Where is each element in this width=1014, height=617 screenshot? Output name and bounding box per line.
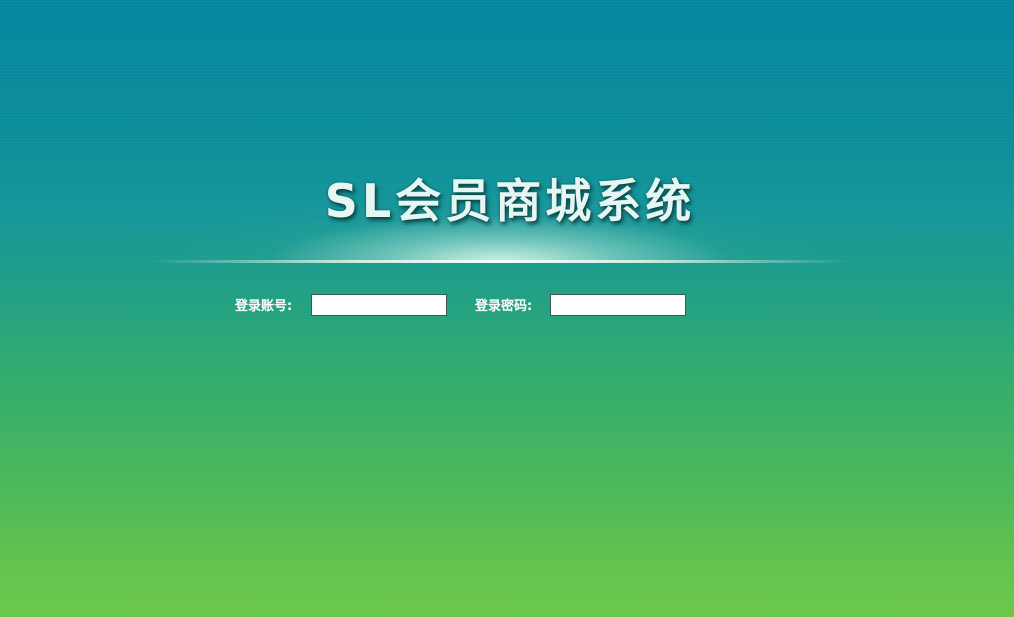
horizon-line	[150, 260, 850, 263]
account-input[interactable]	[311, 294, 447, 316]
password-label: 登录密码:	[475, 299, 533, 314]
login-form: 登录账号: 登录密码:	[0, 294, 1014, 320]
password-input[interactable]	[550, 294, 686, 316]
page-title: SL会员商城系统	[324, 174, 696, 228]
account-label: 登录账号:	[235, 299, 293, 314]
